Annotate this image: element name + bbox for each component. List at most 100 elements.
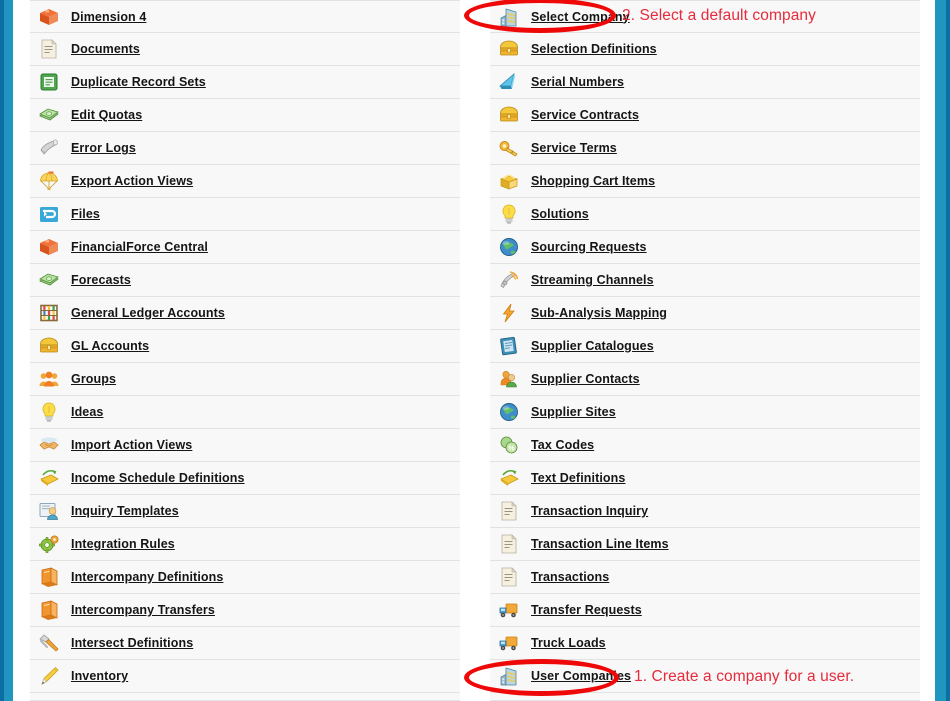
setup-link-row[interactable]: Sub-Analysis Mapping [490,297,920,330]
setup-link-row[interactable]: Solutions [490,198,920,231]
setup-link-row[interactable]: Dimension 4 [30,0,460,33]
setup-link-label[interactable]: Text Definitions [531,471,625,485]
setup-link-row[interactable]: Supplier Catalogues [490,330,920,363]
setup-link-label[interactable]: Transfer Requests [531,603,642,617]
yellow-envelope-arrow-icon [38,467,60,489]
setup-link-row[interactable]: Inquiry Templates [30,495,460,528]
setup-link-label[interactable]: Groups [71,372,116,386]
setup-link-row[interactable]: Service Contracts [490,99,920,132]
yellow-lightbulb-icon [498,203,520,225]
setup-link-row[interactable]: Forecasts [30,264,460,297]
setup-link-label[interactable]: Forecasts [71,273,131,287]
setup-link-label[interactable]: Dimension 4 [71,10,146,24]
setup-link-label[interactable]: Income Schedule Definitions [71,471,245,485]
setup-link-row[interactable]: FinancialForce Central [30,231,460,264]
setup-link-row[interactable]: Export Action Views [30,165,460,198]
setup-link-row[interactable]: Transactions [490,561,920,594]
yellow-parachute-icon [38,170,60,192]
setup-link-label[interactable]: Service Contracts [531,108,639,122]
setup-link-row[interactable]: Transfer Requests [490,594,920,627]
setup-link-row[interactable]: Edit Quotas [30,99,460,132]
gold-chest-icon [38,335,60,357]
setup-link-row[interactable]: Text Definitions [490,462,920,495]
setup-link-label[interactable]: Ideas [71,405,103,419]
yellow-lightbulb-icon [38,401,60,423]
setup-link-label[interactable]: Supplier Catalogues [531,339,654,353]
setup-link-row[interactable]: Intersect Definitions [30,627,460,660]
setup-link-label[interactable]: Select Company [531,10,630,24]
setup-link-row[interactable]: % Tax Codes [490,429,920,462]
setup-link-row[interactable]: Income Schedule Definitions [30,462,460,495]
setup-link-label[interactable]: Export Action Views [71,174,193,188]
svg-text:%: % [508,446,515,453]
document-page-icon [498,566,520,588]
setup-link-label[interactable]: Integration Rules [71,537,175,551]
setup-link-label[interactable]: Service Terms [531,141,617,155]
setup-link-row[interactable]: Transaction Line Items [490,528,920,561]
setup-link-label[interactable]: Edit Quotas [71,108,142,122]
setup-link-label[interactable]: Intersect Definitions [71,636,193,650]
orange-box-icon [38,6,60,28]
setup-link-label[interactable]: Files [71,207,100,221]
setup-link-row[interactable]: Intercompany Transfers [30,594,460,627]
setup-link-row[interactable]: Duplicate Record Sets [30,66,460,99]
setup-link-label[interactable]: General Ledger Accounts [71,306,225,320]
setup-link-row[interactable]: Files [30,198,460,231]
document-page-icon [38,38,60,60]
setup-link-label[interactable]: Intercompany Transfers [71,603,215,617]
setup-link-label[interactable]: Transactions [531,570,609,584]
setup-link-row[interactable]: General Ledger Accounts [30,297,460,330]
setup-link-row[interactable]: Integration Rules [30,528,460,561]
setup-link-label[interactable]: Inquiry Templates [71,504,179,518]
setup-link-row[interactable]: Error Logs [30,132,460,165]
setup-link-row-partial[interactable] [30,693,460,701]
setup-link-label[interactable]: Inventory [71,669,128,683]
setup-link-row[interactable]: Service Terms [490,132,920,165]
setup-link-label[interactable]: Intercompany Definitions [71,570,223,584]
setup-link-label[interactable]: Supplier Contacts [531,372,640,386]
setup-link-row[interactable]: Truck Loads [490,627,920,660]
hammer-tool-icon [38,632,60,654]
setup-link-row[interactable]: GL Accounts [30,330,460,363]
setup-link-row[interactable]: Documents [30,33,460,66]
setup-link-row[interactable]: Shopping Cart Items [490,165,920,198]
blue-folder-icon [38,203,60,225]
setup-link-label[interactable]: Supplier Sites [531,405,616,419]
globe-icon [498,236,520,258]
setup-link-row[interactable]: Supplier Sites [490,396,920,429]
setup-link-row[interactable]: Groups [30,363,460,396]
setup-link-row[interactable]: Serial Numbers [490,66,920,99]
right-stripe-light [935,0,946,701]
gold-key-icon [498,137,520,159]
setup-link-row[interactable]: Streaming Channels [490,264,920,297]
setup-link-row[interactable]: Sourcing Requests [490,231,920,264]
setup-link-label[interactable]: Sourcing Requests [531,240,647,254]
setup-link-label[interactable]: Serial Numbers [531,75,624,89]
setup-link-row[interactable]: Transaction Inquiry [490,495,920,528]
setup-link-row-partial[interactable] [490,693,920,701]
setup-link-label[interactable]: Import Action Views [71,438,192,452]
setup-link-row[interactable]: Ideas [30,396,460,429]
setup-link-row[interactable]: Inventory [30,660,460,693]
setup-link-row[interactable]: Intercompany Definitions [30,561,460,594]
setup-link-label[interactable]: Selection Definitions [531,42,657,56]
setup-link-row[interactable]: Import Action Views [30,429,460,462]
setup-link-label[interactable]: User Companies [531,669,631,683]
setup-link-label[interactable]: Tax Codes [531,438,594,452]
truck-icon [498,599,520,621]
setup-link-row[interactable]: Supplier Contacts [490,363,920,396]
setup-link-label[interactable]: Duplicate Record Sets [71,75,206,89]
setup-link-label[interactable]: FinancialForce Central [71,240,208,254]
setup-link-row[interactable]: Selection Definitions [490,33,920,66]
setup-link-label[interactable]: Transaction Line Items [531,537,669,551]
setup-link-label[interactable]: Shopping Cart Items [531,174,655,188]
setup-link-label[interactable]: GL Accounts [71,339,149,353]
setup-link-label[interactable]: Streaming Channels [531,273,654,287]
globe-icon [498,401,520,423]
setup-link-label[interactable]: Sub-Analysis Mapping [531,306,667,320]
setup-link-label[interactable]: Error Logs [71,141,136,155]
setup-link-label[interactable]: Documents [71,42,140,56]
setup-link-label[interactable]: Truck Loads [531,636,606,650]
setup-link-label[interactable]: Solutions [531,207,589,221]
setup-link-label[interactable]: Transaction Inquiry [531,504,648,518]
